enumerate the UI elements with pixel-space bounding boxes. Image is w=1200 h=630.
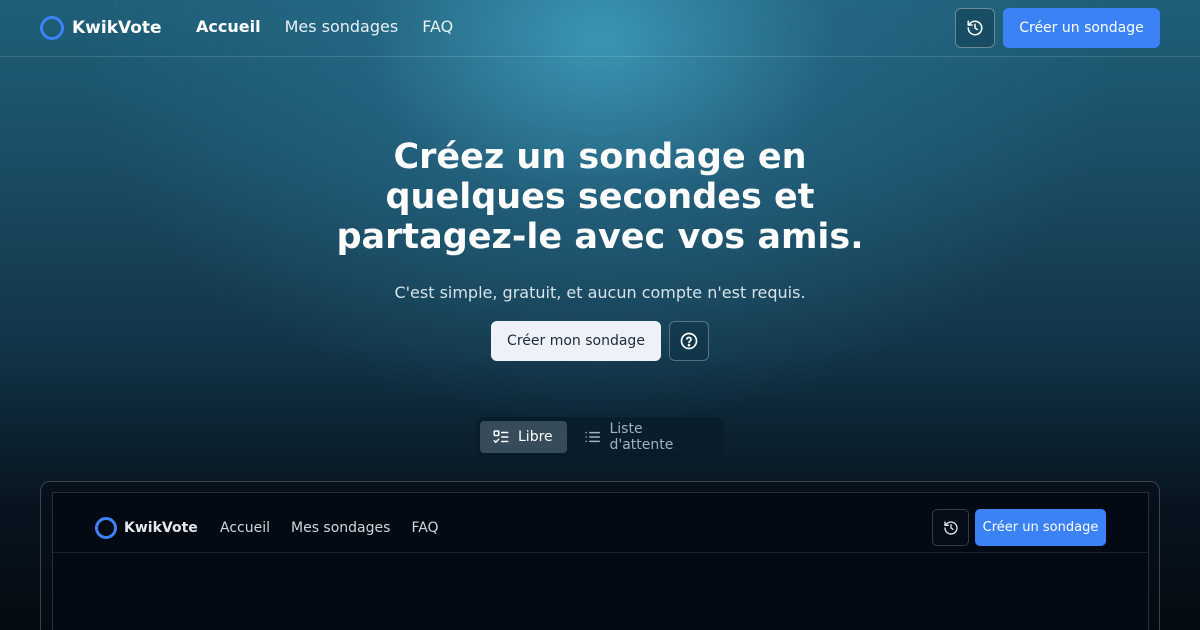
hero-title-line-3: partagez-le avec vos amis. — [336, 217, 864, 257]
mode-option-waitlist[interactable]: Liste d'attente — [572, 421, 720, 453]
nav-link-accueil[interactable]: Accueil — [196, 17, 261, 36]
preview-logo-icon — [95, 517, 117, 539]
mode-option-waitlist-label: Liste d'attente — [609, 421, 674, 453]
hero-title: Créez un sondage en quelques secondes et… — [300, 137, 900, 257]
hero-title-line-1: Créez un sondage en — [393, 137, 807, 177]
preview-history-button — [932, 509, 969, 546]
help-circle-icon — [680, 332, 698, 350]
top-navbar: KwikVote Accueil Mes sondages FAQ Créer … — [0, 0, 1200, 57]
hero-title-line-2: quelques secondes et — [385, 177, 815, 217]
main-nav: Accueil Mes sondages FAQ — [196, 17, 453, 36]
history-button[interactable] — [955, 8, 995, 48]
mode-toggle: Libre Liste d'attente — [476, 417, 724, 457]
preview-navbar: KwikVote Accueil Mes sondages FAQ Créer … — [53, 493, 1148, 553]
help-button[interactable] — [669, 321, 709, 361]
preview-nav: Accueil Mes sondages FAQ — [220, 520, 439, 536]
nav-link-mes-sondages[interactable]: Mes sondages — [285, 17, 399, 36]
checklist-icon — [493, 430, 509, 443]
preview-history-icon — [943, 520, 958, 535]
preview-nav-mes-sondages: Mes sondages — [291, 520, 391, 536]
history-icon — [967, 20, 983, 36]
create-my-poll-button[interactable]: Créer mon sondage — [491, 321, 661, 361]
brand-name: KwikVote — [72, 18, 162, 38]
brand[interactable]: KwikVote — [40, 16, 162, 40]
mode-option-libre-label: Libre — [518, 429, 553, 445]
hero-subtitle: C'est simple, gratuit, et aucun compte n… — [394, 283, 806, 302]
preview-brand: KwikVote — [95, 517, 198, 539]
logo-icon — [40, 16, 64, 40]
preview-nav-accueil: Accueil — [220, 520, 270, 536]
list-icon — [585, 431, 601, 443]
preview-screen: KwikVote Accueil Mes sondages FAQ Créer … — [52, 492, 1149, 630]
nav-link-faq[interactable]: FAQ — [422, 17, 453, 36]
preview-create-button: Créer un sondage — [975, 509, 1106, 546]
create-poll-button[interactable]: Créer un sondage — [1003, 8, 1160, 48]
preview-brand-name: KwikVote — [124, 520, 198, 536]
preview-nav-faq: FAQ — [411, 520, 439, 536]
mode-option-libre[interactable]: Libre — [480, 421, 567, 453]
